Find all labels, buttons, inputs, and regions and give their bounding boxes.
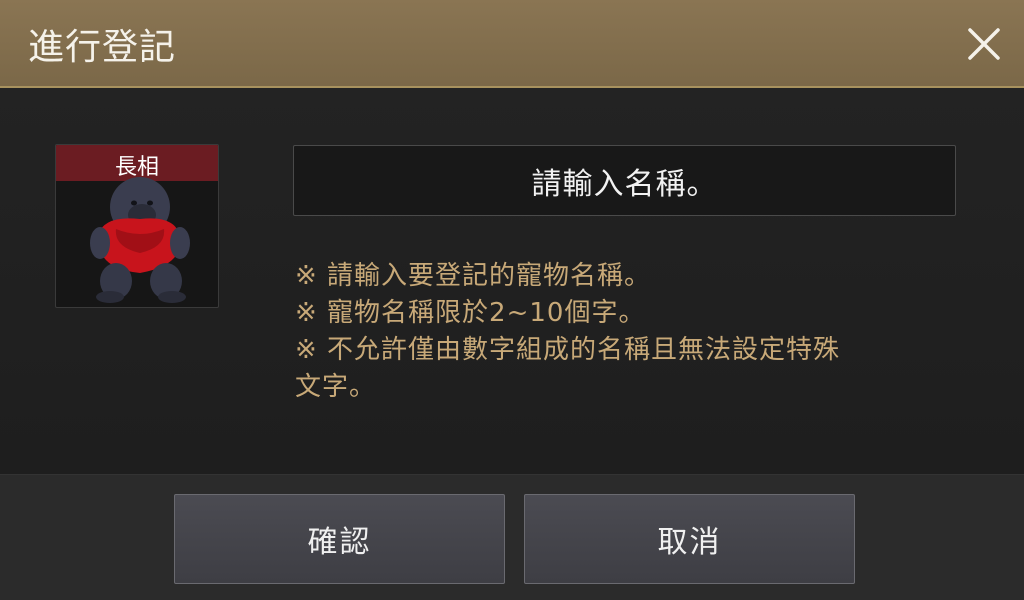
close-icon bbox=[968, 28, 1000, 60]
rule-note: ※ 不允許僅由數字組成的名稱且無法設定特殊 bbox=[295, 335, 841, 365]
close-button[interactable] bbox=[958, 18, 1010, 70]
pet-name-input[interactable]: 請輸入名稱。 bbox=[293, 145, 956, 216]
pet-name-placeholder: 請輸入名稱。 bbox=[531, 166, 718, 202]
pet-registration-dialog: 進行登記 長相 請輸入名稱。 ※ 請輸入要登記的寵物名稱。 ※ 寵物名稱限於2~… bbox=[0, 0, 1024, 600]
naming-rules: ※ 請輸入要登記的寵物名稱。 ※ 寵物名稱限於2~10個字。 ※ 不允許僅由數字… bbox=[295, 258, 955, 406]
rule-note: ※ 寵物名稱限於2~10個字。 bbox=[295, 298, 646, 328]
dialog-title: 進行登記 bbox=[28, 27, 177, 68]
pet-appearance-card: 長相 bbox=[55, 144, 219, 308]
rule-note: 文字。 bbox=[295, 372, 377, 402]
dialog-title-bar: 進行登記 bbox=[0, 0, 1024, 88]
rule-note: ※ 請輸入要登記的寵物名稱。 bbox=[295, 261, 652, 291]
dialog-footer bbox=[0, 474, 1024, 600]
confirm-button[interactable]: 確認 bbox=[174, 494, 505, 584]
pet-gorilla-icon bbox=[90, 177, 190, 303]
confirm-button-label: 確認 bbox=[307, 525, 372, 560]
cancel-button[interactable]: 取消 bbox=[524, 494, 855, 584]
cancel-button-label: 取消 bbox=[657, 525, 722, 560]
